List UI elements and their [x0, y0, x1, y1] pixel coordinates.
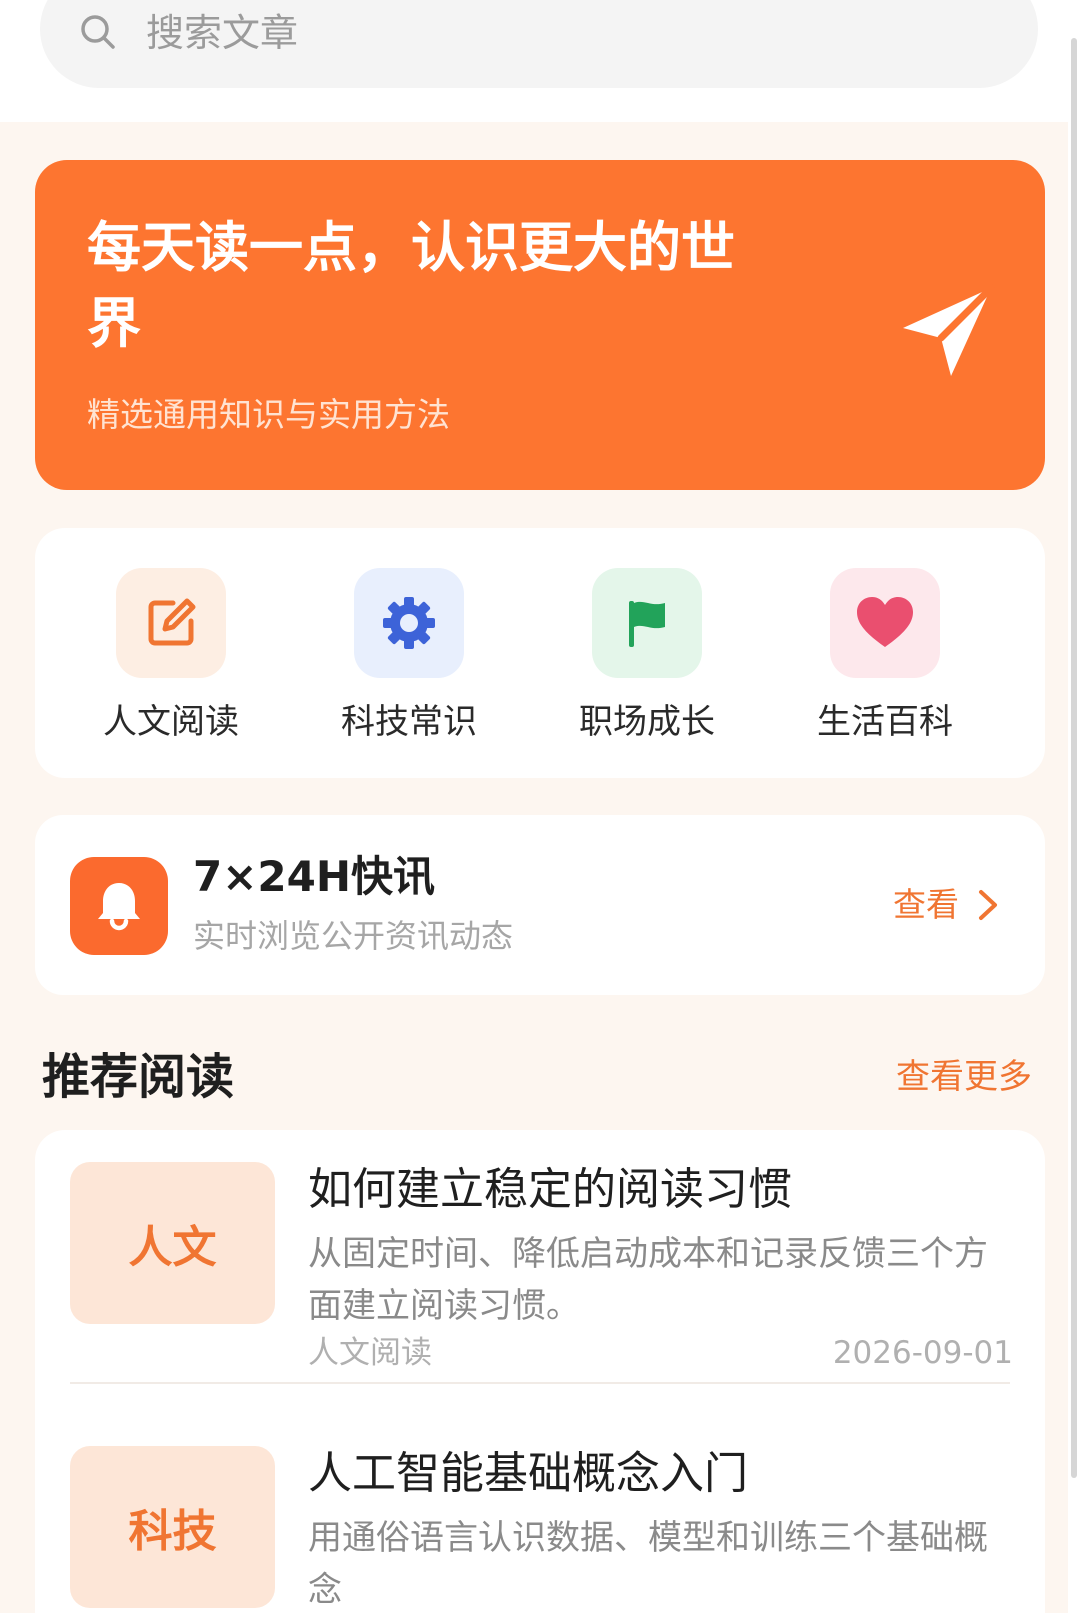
divider: [70, 1382, 1010, 1384]
app-screen: 搜索文章 每天读一点，认识更大的世界 精选通用知识与实用方法 人文阅读 科技常识…: [0, 0, 1080, 1613]
category-life[interactable]: 生活百科: [797, 568, 977, 748]
article-thumbnail: 科技: [70, 1446, 275, 1608]
hero-banner[interactable]: 每天读一点，认识更大的世界 精选通用知识与实用方法: [35, 160, 1045, 490]
category-icon-box: [592, 568, 702, 678]
send-icon: [903, 284, 995, 376]
category-icon-box: [830, 568, 940, 678]
article-thumbnail: 人文: [70, 1162, 275, 1324]
article-list: 人文 如何建立稳定的阅读习惯 从固定时间、降低启动成本和记录反馈三个方面建立阅读…: [35, 1130, 1045, 1613]
bell-icon-box: [70, 857, 168, 955]
article-date: 2026-09-01: [832, 1335, 1013, 1371]
category-icon-box: [354, 568, 464, 678]
category-label: 人文阅读: [103, 702, 239, 742]
article-summary: 从固定时间、降低启动成本和记录反馈三个方面建立阅读习惯。: [308, 1234, 988, 1326]
article-title: 人工智能基础概念入门: [308, 1448, 748, 1499]
heart-icon: [857, 597, 913, 647]
flag-icon: [629, 601, 665, 647]
news-subtitle: 实时浏览公开资讯动态: [193, 917, 514, 955]
edit-icon: [148, 598, 196, 646]
news-view-button[interactable]: 查看: [893, 883, 1001, 927]
search-placeholder: 搜索文章: [146, 11, 299, 55]
search-icon: [81, 15, 115, 49]
news-title: 7×24H快讯: [193, 852, 436, 901]
article-title: 如何建立稳定的阅读习惯: [308, 1164, 792, 1215]
hero-subtitle: 精选通用知识与实用方法: [87, 395, 450, 434]
chevron-right-icon: [979, 890, 997, 920]
category-tech[interactable]: 科技常识: [321, 568, 501, 748]
category-icon-box: [116, 568, 226, 678]
view-more-link[interactable]: 查看更多: [896, 1054, 1032, 1100]
article-summary: 用通俗语言认识数据、模型和训练三个基础概念: [308, 1518, 988, 1610]
scrollbar-thumb[interactable]: [1071, 38, 1077, 1478]
category-grid: 人文阅读 科技常识 职场成长 生活百科: [35, 528, 1045, 778]
news-flash-card[interactable]: 7×24H快讯 实时浏览公开资讯动态 查看: [35, 815, 1045, 995]
hero-title: 每天读一点，认识更大的世界: [87, 216, 735, 355]
recommended-title: 推荐阅读: [42, 1049, 235, 1105]
category-label: 科技常识: [341, 702, 477, 742]
category-humanities[interactable]: 人文阅读: [83, 568, 263, 748]
bell-icon: [98, 883, 140, 931]
category-label: 生活百科: [817, 702, 953, 742]
gear-icon: [383, 597, 435, 649]
news-view-label: 查看: [893, 885, 959, 924]
article-category: 人文阅读: [308, 1335, 432, 1371]
category-label: 职场成长: [579, 702, 715, 742]
top-bar: 搜索文章: [0, 0, 1080, 122]
category-career[interactable]: 职场成长: [559, 568, 739, 748]
